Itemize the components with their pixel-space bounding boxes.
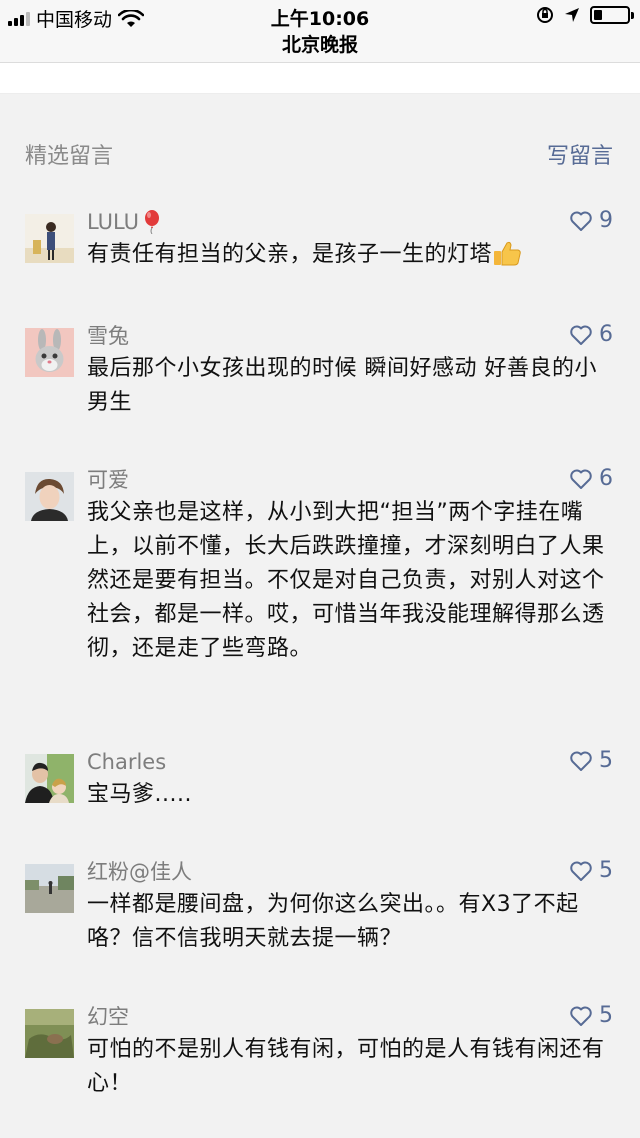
comment-text: 可怕的不是别人有钱有闲，可怕的是人有钱有闲还有心！ <box>87 1037 605 1096</box>
avatar[interactable] <box>25 328 74 377</box>
like-button[interactable]: 5 <box>569 858 613 883</box>
comment-text: 一样都是腰间盘，为何你这么突出。。有X3了不起咯？信不信我明天就去提一辆？ <box>87 892 579 951</box>
comment-body: 红粉@佳人 一样都是腰间盘，为何你这么突出。。有X3了不起咯？信不信我明天就去提… <box>87 856 613 956</box>
battery-icon <box>590 6 634 24</box>
comments-section: 精选留言 写留言 LULU 有责任有担当的父亲，是孩子一生的灯塔 9 雪兔 最后… <box>0 94 640 1138</box>
heart-icon <box>570 861 592 881</box>
like-button[interactable]: 5 <box>569 748 613 773</box>
heart-icon <box>570 1006 592 1026</box>
comment-text: 有责任有担当的父亲，是孩子一生的灯塔 <box>87 238 613 272</box>
nav-bar: 北京晚报 <box>0 32 640 63</box>
like-count: 5 <box>599 1003 613 1028</box>
avatar[interactable] <box>25 864 74 913</box>
avatar[interactable] <box>25 472 74 521</box>
heart-icon <box>570 751 592 771</box>
author-name: LULU <box>87 210 140 234</box>
comment-author[interactable]: 雪兔 <box>87 320 613 352</box>
comment-text: 我父亲也是这样，从小到大把“担当”两个字挂在嘴上，以前不懂，长大后跌跌撞撞，才深… <box>87 500 605 661</box>
article-bottom <box>0 63 640 93</box>
balloon-icon <box>145 210 160 234</box>
comment-author[interactable]: Charles <box>87 746 613 778</box>
write-comment-button[interactable]: 写留言 <box>547 138 613 170</box>
author-name: 幻空 <box>87 1005 129 1029</box>
heart-icon <box>570 211 592 231</box>
comment-body: Charles 宝马爹..... <box>87 746 613 812</box>
like-count: 9 <box>599 208 613 233</box>
avatar[interactable] <box>25 1009 74 1058</box>
status-bar: 中国移动 上午10:06 <box>0 0 640 32</box>
like-count: 5 <box>599 748 613 773</box>
like-count: 6 <box>599 322 613 347</box>
rotation-lock-icon <box>537 7 553 23</box>
comment-body: 雪兔 最后那个小女孩出现的时候 瞬间好感动 好善良的小男生 <box>87 320 613 420</box>
comments-header: 精选留言 写留言 <box>25 138 613 170</box>
comment-author[interactable]: LULU <box>87 206 613 238</box>
like-count: 6 <box>599 466 613 491</box>
author-name: 可爱 <box>87 468 129 492</box>
comment-text: 最后那个小女孩出现的时候 瞬间好感动 好善良的小男生 <box>87 356 597 415</box>
location-icon <box>565 8 579 22</box>
heart-icon <box>570 325 592 345</box>
avatar[interactable] <box>25 754 74 803</box>
author-name: Charles <box>87 750 167 774</box>
like-button[interactable]: 5 <box>569 1003 613 1028</box>
author-name: 红粉@佳人 <box>87 860 192 884</box>
thumbs-up-icon <box>494 241 521 266</box>
comment-body: 幻空 可怕的不是别人有钱有闲，可怕的是人有钱有闲还有心！ <box>87 1001 613 1101</box>
comment-text: 宝马爹..... <box>87 782 192 807</box>
like-button[interactable]: 6 <box>569 322 613 347</box>
comment-author[interactable]: 红粉@佳人 <box>87 856 613 888</box>
like-button[interactable]: 6 <box>569 466 613 491</box>
battery-level <box>594 10 602 20</box>
status-right <box>536 6 634 24</box>
comment-author[interactable]: 幻空 <box>87 1001 613 1033</box>
section-title: 精选留言 <box>25 144 114 169</box>
like-button[interactable]: 9 <box>569 208 613 233</box>
heart-icon <box>570 469 592 489</box>
comment-body: 可爱 我父亲也是这样，从小到大把“担当”两个字挂在嘴上，以前不懂，长大后跌跌撞撞… <box>87 464 613 666</box>
comment-author[interactable]: 可爱 <box>87 464 613 496</box>
like-count: 5 <box>599 858 613 883</box>
avatar[interactable] <box>25 214 74 263</box>
comment-body: LULU 有责任有担当的父亲，是孩子一生的灯塔 <box>87 206 613 272</box>
author-name: 雪兔 <box>87 324 129 348</box>
nav-title: 北京晚报 <box>281 34 358 56</box>
